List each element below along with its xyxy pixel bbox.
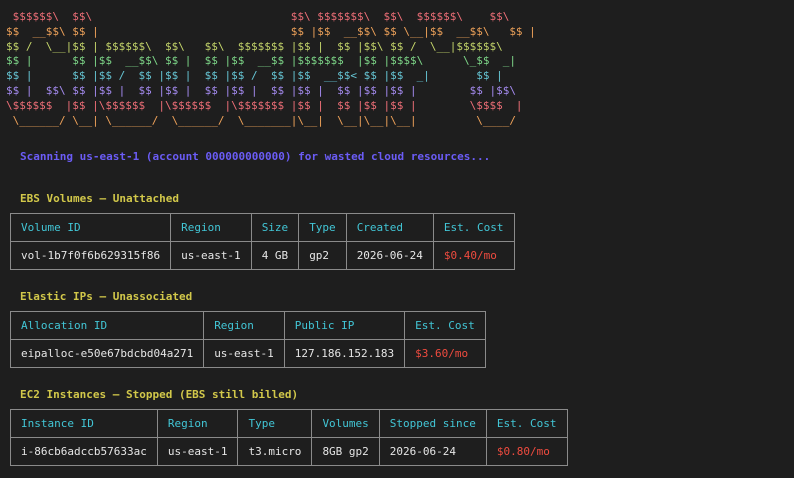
scan-status-message: Scanning us-east-1 (account 000000000000… <box>20 150 491 163</box>
volume-id-cell: vol-1b7f0f6b629315f86 <box>9 241 172 270</box>
type-cell: gp2 <box>298 241 347 270</box>
column-header: Instance ID <box>10 409 158 438</box>
column-header: Created <box>345 213 434 242</box>
est-cost-cell: $0.80/mo <box>485 437 568 466</box>
column-header: Type <box>298 213 347 242</box>
section-title-ebs: EBS Volumes — Unattached <box>20 192 179 205</box>
ec2-instances-table: Instance ID Region Type Volumes Stopped … <box>10 409 568 466</box>
stopped-since-cell: 2026-06-24 <box>378 437 487 466</box>
ebs-volumes-table: Volume ID Region Size Type Created Est. … <box>9 213 515 270</box>
column-header: Region <box>203 311 285 340</box>
section-title-elastic-ips: Elastic IPs — Unassociated <box>20 290 193 303</box>
table-header-row: Instance ID Region Type Volumes Stopped … <box>10 409 568 438</box>
ascii-art-banner: $$$$$$\ $$\ $$\ $$$$$$$\ $$\ $$$$$$\ $$\… <box>6 10 536 128</box>
volumes-cell: 8GB gp2 <box>311 437 380 466</box>
est-cost-cell: $0.40/mo <box>432 241 515 270</box>
region-cell: us-east-1 <box>170 241 252 270</box>
column-header: Size <box>250 213 300 242</box>
est-cost-cell: $3.60/mo <box>404 339 486 368</box>
instance-id-cell: i-86cb6adccb57633ac <box>10 437 158 466</box>
allocation-id-cell: eipalloc-e50e67bdcbd04a271 <box>9 339 205 368</box>
banner-line: \$$$$$$ |$$ |\$$$$$$ |\$$$$$$ |\$$$$$$$ … <box>6 98 523 112</box>
column-header: Est. Cost <box>485 409 568 438</box>
terminal-window[interactable]: $$$$$$\ $$\ $$\ $$$$$$$\ $$\ $$$$$$\ $$\… <box>0 0 794 478</box>
column-header: Type <box>237 409 313 438</box>
region-cell: us-east-1 <box>203 339 285 368</box>
table-header-row: Volume ID Region Size Type Created Est. … <box>9 213 515 242</box>
table-row: vol-1b7f0f6b629315f86 us-east-1 4 GB gp2… <box>9 241 515 270</box>
column-header: Public IP <box>283 311 406 340</box>
column-header: Est. Cost <box>432 213 515 242</box>
created-cell: 2026-06-24 <box>345 241 434 270</box>
size-cell: 4 GB <box>250 241 300 270</box>
column-header: Volume ID <box>9 213 172 242</box>
column-header: Region <box>170 213 252 242</box>
table-header-row: Allocation ID Region Public IP Est. Cost <box>9 311 486 340</box>
banner-line: $$ | $$ |$$ / $$ |$$ | $$ |$$ / $$ |$$ _… <box>6 69 503 83</box>
instance-type-cell: t3.micro <box>237 437 313 466</box>
banner-line: $$ | $$ |$$ __$$\ $$ | $$ |$$ __$$ |$$$$… <box>6 54 516 68</box>
banner-line: $$$$$$\ $$\ $$\ $$$$$$$\ $$\ $$$$$$\ $$\ <box>6 10 510 23</box>
banner-line: $$ / \__|$$ | $$$$$$\ $$\ $$\ $$$$$$$ |$… <box>6 39 503 53</box>
banner-line: \______/ \__| \______/ \______/ \_______… <box>6 113 516 127</box>
region-cell: us-east-1 <box>156 437 239 466</box>
column-header: Stopped since <box>378 409 487 438</box>
column-header: Est. Cost <box>404 311 486 340</box>
column-header: Region <box>156 409 239 438</box>
column-header: Volumes <box>311 409 380 438</box>
table-row: i-86cb6adccb57633ac us-east-1 t3.micro 8… <box>10 437 568 466</box>
column-header: Allocation ID <box>9 311 205 340</box>
banner-line: $$ __$$\ $$ | $$ |$$ __$$\ $$ \__|$$ __$… <box>6 24 536 38</box>
elastic-ips-table: Allocation ID Region Public IP Est. Cost… <box>9 311 486 368</box>
table-row: eipalloc-e50e67bdcbd04a271 us-east-1 127… <box>9 339 486 368</box>
public-ip-cell: 127.186.152.183 <box>283 339 406 368</box>
section-title-ec2: EC2 Instances — Stopped (EBS still bille… <box>20 388 299 401</box>
banner-line: $$ | $$\ $$ |$$ | $$ |$$ | $$ |$$ | $$ |… <box>6 83 516 97</box>
